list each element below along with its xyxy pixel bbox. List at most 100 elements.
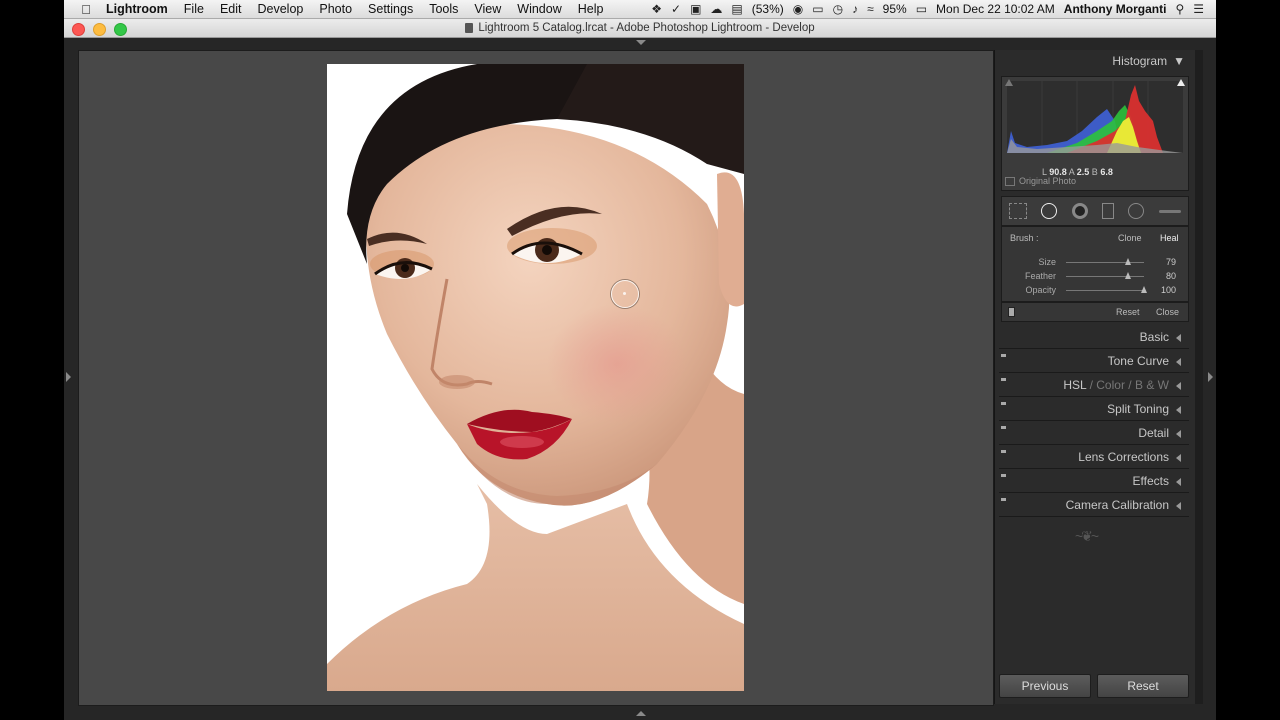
spot-reset-button[interactable]: Reset — [1116, 307, 1140, 317]
expand-triangle-icon[interactable] — [1176, 334, 1181, 342]
expand-triangle-icon[interactable] — [1176, 478, 1181, 486]
portrait-illustration — [327, 64, 744, 691]
opacity-slider[interactable] — [1066, 290, 1144, 291]
top-panel-toggle-icon[interactable] — [636, 40, 646, 45]
camera-calibration-panel-header[interactable]: Camera Calibration — [999, 494, 1189, 517]
time-machine-icon[interactable]: ◷ — [833, 2, 843, 16]
histogram-header[interactable]: Histogram ▼ — [1112, 54, 1185, 68]
clone-button[interactable]: Clone — [1118, 233, 1142, 243]
panel-switch-icon[interactable] — [1001, 450, 1006, 453]
right-panel-scrollbar[interactable] — [1195, 50, 1203, 704]
hsl-tab[interactable]: HSL — [1063, 378, 1086, 392]
radial-filter-icon[interactable] — [1128, 203, 1145, 219]
highlight-clipping-icon[interactable] — [1177, 79, 1185, 86]
panel-switch-icon[interactable] — [1001, 402, 1006, 405]
panel-switch-icon[interactable] — [1001, 474, 1006, 477]
size-slider[interactable] — [1066, 262, 1144, 263]
original-photo-checkbox[interactable] — [1005, 176, 1015, 186]
opacity-slider-row: Opacity 100 — [1002, 285, 1188, 297]
eye-icon[interactable]: ◉ — [793, 2, 803, 16]
feather-slider-thumb[interactable] — [1125, 272, 1132, 279]
menu-develop[interactable]: Develop — [258, 2, 304, 16]
apple-icon[interactable]:  — [74, 2, 98, 17]
size-value[interactable]: 79 — [1166, 257, 1176, 267]
cloud-icon[interactable]: ☁ — [710, 2, 722, 16]
clock[interactable]: Mon Dec 22 10:02 AM — [936, 2, 1055, 16]
basic-panel-header[interactable]: Basic — [999, 326, 1189, 349]
bw-tab[interactable]: B & W — [1135, 378, 1169, 392]
panel-switch-icon[interactable] — [1001, 498, 1006, 501]
opacity-slider-thumb[interactable] — [1141, 286, 1147, 293]
detail-panel-header[interactable]: Detail — [999, 422, 1189, 445]
menu-view[interactable]: View — [474, 2, 501, 16]
expand-triangle-icon[interactable] — [1176, 430, 1181, 438]
crop-overlay-tool-icon[interactable] — [1009, 203, 1028, 219]
expand-triangle-icon[interactable] — [1176, 382, 1181, 390]
zoom-window-button[interactable] — [114, 23, 127, 36]
menu-app[interactable]: Lightroom — [106, 2, 168, 16]
camera-calibration-title: Camera Calibration — [1065, 498, 1169, 512]
lens-corrections-panel-header[interactable]: Lens Corrections — [999, 446, 1189, 469]
airplay-icon[interactable]: ▭ — [812, 2, 823, 16]
menu-settings[interactable]: Settings — [368, 2, 413, 16]
panel-switch-icon[interactable] — [1001, 378, 1006, 381]
image-canvas[interactable] — [78, 50, 994, 706]
left-panel-toggle-icon[interactable] — [66, 372, 71, 382]
spot-removal-tool-icon[interactable] — [1041, 203, 1058, 219]
adjustment-brush-icon[interactable] — [1158, 209, 1181, 213]
original-photo-toggle[interactable]: Original Photo — [1005, 176, 1076, 186]
spot-close-button[interactable]: Close — [1156, 307, 1179, 317]
right-panel-toggle-icon[interactable] — [1208, 372, 1213, 382]
menu-window[interactable]: Window — [517, 2, 561, 16]
histogram-title: Histogram — [1112, 54, 1168, 68]
panel-switch-icon[interactable] — [1001, 354, 1006, 357]
hsl-panel-header[interactable]: HSL / Color / B & W — [999, 374, 1189, 397]
screen-icon[interactable]: ▣ — [690, 2, 701, 16]
spotlight-icon[interactable]: ⚲ — [1175, 2, 1184, 16]
battery-icon[interactable]: ▭ — [916, 2, 927, 16]
shadow-clipping-icon[interactable] — [1005, 79, 1013, 86]
bottom-buttons: Previous Reset — [995, 674, 1195, 698]
script-icon[interactable]: ✓ — [671, 2, 681, 16]
tone-curve-panel-header[interactable]: Tone Curve — [999, 350, 1189, 373]
collapse-triangle-icon[interactable]: ▼ — [1173, 54, 1185, 68]
volume-icon[interactable]: ♪ — [852, 2, 858, 16]
effects-panel-header[interactable]: Effects — [999, 470, 1189, 493]
menu-edit[interactable]: Edit — [220, 2, 242, 16]
size-slider-row: Size 79 — [1002, 257, 1188, 269]
menu-tools[interactable]: Tools — [429, 2, 458, 16]
expand-triangle-icon[interactable] — [1176, 502, 1181, 510]
battery-text: 95% — [882, 2, 907, 16]
user-name[interactable]: Anthony Morganti — [1064, 2, 1167, 16]
expand-triangle-icon[interactable] — [1176, 406, 1181, 414]
graduated-filter-icon[interactable] — [1102, 203, 1115, 219]
spot-removal-options: Brush : Clone Heal Size 79 Feather 80 Op… — [1001, 226, 1189, 302]
wifi-icon[interactable]: ≈ — [867, 2, 874, 16]
close-window-button[interactable] — [72, 23, 85, 36]
menu-file[interactable]: File — [184, 2, 204, 16]
lightroom-develop-module: Histogram ▼ L 90.8 A 2.5 B 6.8 Original … — [64, 38, 1216, 720]
reset-button[interactable]: Reset — [1097, 674, 1189, 698]
drive-icon[interactable]: ▤ — [731, 2, 742, 16]
panel-switch-icon[interactable] — [1001, 426, 1006, 429]
bottom-panel-toggle-icon[interactable] — [636, 711, 646, 716]
tool-on-off-switch[interactable] — [1008, 307, 1015, 317]
dropbox-icon[interactable]: ❖ — [651, 2, 662, 16]
previous-button[interactable]: Previous — [999, 674, 1091, 698]
menu-help[interactable]: Help — [578, 2, 604, 16]
expand-triangle-icon[interactable] — [1176, 358, 1181, 366]
portrait-photo[interactable] — [327, 64, 744, 691]
heal-button[interactable]: Heal — [1160, 233, 1179, 243]
b-label: B — [1091, 167, 1098, 177]
expand-triangle-icon[interactable] — [1176, 454, 1181, 462]
split-toning-panel-header[interactable]: Split Toning — [999, 398, 1189, 421]
size-slider-thumb[interactable] — [1124, 258, 1131, 265]
feather-slider[interactable] — [1066, 276, 1144, 277]
red-eye-tool-icon[interactable] — [1071, 203, 1088, 219]
opacity-value[interactable]: 100 — [1161, 285, 1176, 295]
minimize-window-button[interactable] — [93, 23, 106, 36]
color-tab[interactable]: Color — [1096, 378, 1125, 392]
notification-center-icon[interactable]: ☰ — [1193, 2, 1204, 16]
feather-value[interactable]: 80 — [1166, 271, 1176, 281]
menu-photo[interactable]: Photo — [319, 2, 352, 16]
